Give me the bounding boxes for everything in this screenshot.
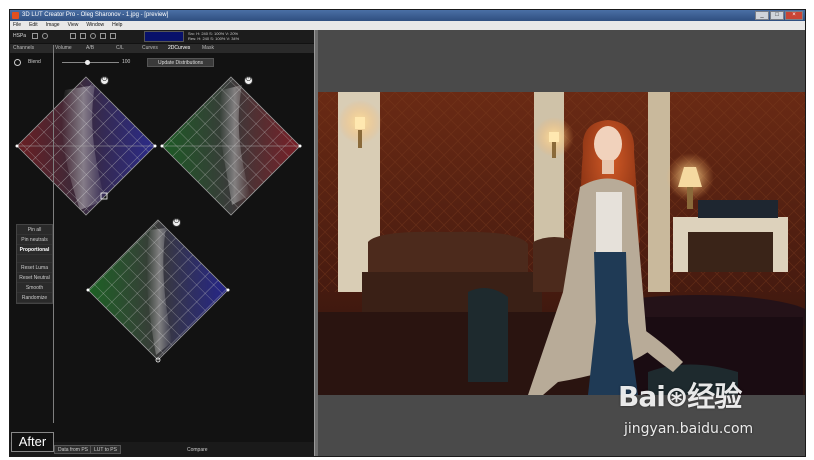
side-button-panel: Pin all Pin neutrals Proportional Reset …: [16, 224, 53, 304]
menu-view[interactable]: View: [68, 21, 79, 30]
baidu-watermark: Bai⊛经验 jingyan.baidu.com: [618, 375, 788, 445]
2d-curves-canvas: [15, 76, 302, 363]
preview-image: [318, 92, 805, 395]
power-icon-diamond-2[interactable]: ⏻: [244, 76, 253, 85]
menu-bar: File Edit Image View Window Help: [10, 21, 805, 30]
minimize-button[interactable]: _: [755, 11, 769, 20]
menu-window[interactable]: Window: [86, 21, 104, 30]
pin-neutrals-button[interactable]: Pin neutrals: [17, 235, 52, 245]
smooth-button[interactable]: Smooth: [17, 283, 52, 293]
pin-all-button[interactable]: Pin all: [17, 225, 52, 235]
reset-luma-button[interactable]: Reset Luma: [17, 263, 52, 273]
after-label: After: [11, 432, 54, 452]
title-bar: 3D LUT Creator Pro - Oleg Sharonov - 1.j…: [10, 10, 805, 21]
compare-label[interactable]: Compare: [187, 447, 208, 453]
button-spacer: [17, 255, 52, 263]
lut-to-ps-button[interactable]: LUT to PS: [90, 445, 121, 454]
power-icon-diamond-3[interactable]: ⏻: [172, 218, 181, 227]
reset-neutral-button[interactable]: Reset Neutral: [17, 273, 52, 283]
menu-edit[interactable]: Edit: [29, 21, 38, 30]
bottom-bar: Data from PS LUT to PS Compare: [10, 442, 314, 456]
curve-diamond-green-blue[interactable]: [86, 219, 230, 363]
editor-panel: HSPa Src: H: 240 S: 100% V: 20% Res: H: …: [10, 30, 314, 456]
baidu-url: jingyan.baidu.com: [624, 421, 754, 437]
menu-image[interactable]: Image: [46, 21, 60, 30]
app-icon: [12, 12, 19, 19]
window-title: 3D LUT Creator Pro - Oleg Sharonov - 1.j…: [22, 12, 169, 18]
power-icon-diamond-1[interactable]: ⏻: [100, 76, 109, 85]
compare-divider[interactable]: [53, 45, 54, 423]
data-from-ps-button[interactable]: Data from PS: [54, 445, 93, 454]
proportional-button[interactable]: Proportional: [17, 245, 52, 255]
baidu-logo: Bai⊛经验: [618, 380, 742, 413]
menu-file[interactable]: File: [13, 21, 21, 30]
curve-diamond-green-red[interactable]: [160, 76, 302, 216]
curve-diamond-red-blue[interactable]: [15, 76, 157, 216]
close-button[interactable]: ×: [785, 11, 803, 20]
randomize-button[interactable]: Randomize: [17, 293, 52, 303]
window-controls: _ □ ×: [755, 11, 803, 20]
menu-help[interactable]: Help: [112, 21, 122, 30]
maximize-button[interactable]: □: [770, 11, 784, 20]
